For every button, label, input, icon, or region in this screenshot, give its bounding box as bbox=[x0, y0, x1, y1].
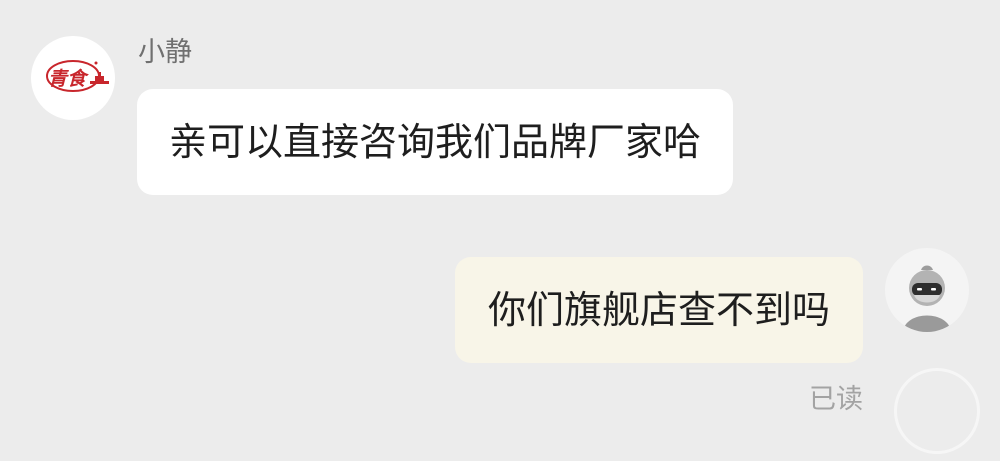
user-avatar[interactable] bbox=[885, 248, 969, 332]
incoming-message-bubble[interactable]: 亲可以直接咨询我们品牌厂家哈 bbox=[137, 89, 734, 195]
incoming-message-text: 亲可以直接咨询我们品牌厂家哈 bbox=[169, 120, 702, 164]
svg-text:青食: 青食 bbox=[48, 68, 89, 90]
ninja-avatar-icon bbox=[903, 265, 951, 332]
outgoing-message-bubble[interactable]: 你们旗舰店查不到吗 bbox=[454, 257, 863, 363]
sender-avatar[interactable]: 青食 bbox=[31, 36, 115, 120]
sender-name: 小静 bbox=[138, 37, 192, 68]
outgoing-message-text: 你们旗舰店查不到吗 bbox=[487, 288, 830, 332]
watermark-icon bbox=[894, 368, 980, 454]
brand-logo-icon: 青食 bbox=[46, 60, 109, 92]
chat-conversation: 青食 小静 亲可以直接咨询我们品牌厂家哈 你们旗舰店查不到吗 已读 bbox=[0, 0, 1000, 461]
read-receipt: 已读 bbox=[809, 384, 863, 415]
